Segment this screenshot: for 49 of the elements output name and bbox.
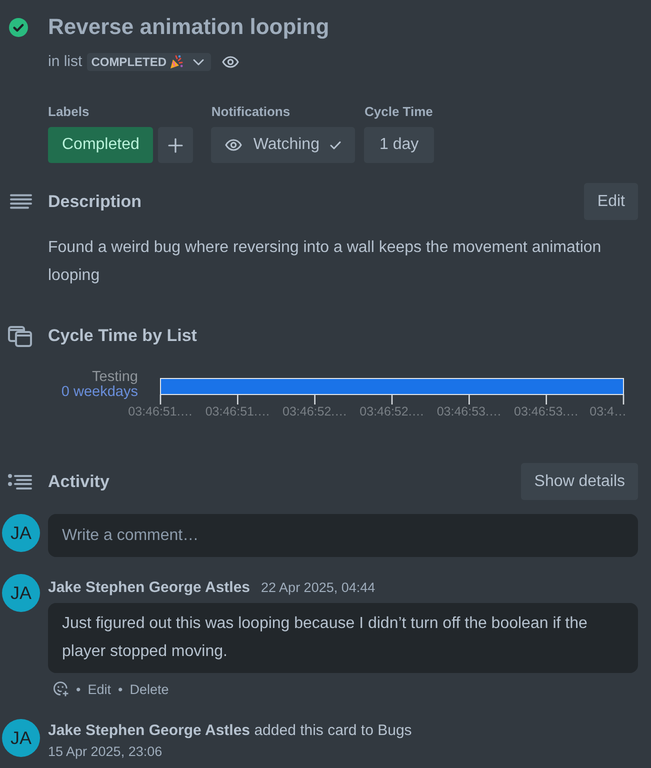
eye-icon[interactable]: [222, 56, 239, 68]
section-heading: Description: [48, 192, 142, 212]
description-text: Found a weird bug where reversing into a wall keeps the movement animation looping: [48, 238, 602, 286]
caret-down-icon: [192, 58, 204, 66]
timeline-bar[interactable]: [160, 378, 624, 395]
activity-time[interactable]: 15 Apr 2025, 23:06: [48, 743, 162, 761]
axis-tick-label: 03:46:51.…: [205, 404, 270, 418]
comment-action-link[interactable]: Edit: [88, 682, 111, 696]
field-heading: Notifications: [211, 104, 290, 120]
edit-button[interactable]: Edit: [584, 183, 638, 220]
plus-icon: [168, 138, 184, 152]
separator-dot: •: [76, 682, 81, 696]
section-heading: Cycle Time by List: [48, 326, 197, 346]
list-prefix: in list: [48, 53, 82, 71]
user-avatar[interactable]: JA: [2, 514, 40, 552]
user-avatar[interactable]: JA: [2, 574, 40, 612]
user-avatar[interactable]: JA: [2, 719, 40, 757]
axis-tick-label: 03:46:51.…: [128, 404, 193, 418]
axis-tick-label: 03:4…: [590, 404, 626, 418]
text-lines-icon: [10, 194, 32, 209]
comment-input[interactable]: Write a comment…: [48, 514, 638, 557]
axis-tick-label: 03:46:52.…: [360, 404, 424, 418]
axis-tick-label: 03:46:52.…: [282, 404, 348, 418]
axis-tick-label: 03:46:53.…: [514, 404, 579, 418]
list-dropdown[interactable]: COMPLETED: [87, 53, 211, 71]
field-heading: Cycle Time: [364, 104, 433, 120]
list-name-label: Testing: [92, 369, 138, 385]
show-details-button[interactable]: Show details: [521, 463, 638, 500]
label-chip[interactable]: Completed: [48, 127, 154, 163]
party-popper-icon: [170, 55, 183, 69]
comment-action-link[interactable]: Delete: [130, 682, 169, 696]
overlapping-windows-icon: [8, 326, 32, 346]
add-label-button[interactable]: [158, 127, 194, 163]
eye-icon: [225, 139, 242, 151]
smiley-plus-icon[interactable]: [53, 681, 69, 697]
comment-bubble: Just figured out this was looping because I didn’t turn off the boolean if the player stopped moving.: [48, 603, 638, 673]
duration-label: 0 weekdays: [61, 384, 138, 400]
comment-time[interactable]: 22 Apr 2025, 04:44: [261, 580, 376, 594]
author-name[interactable]: Jake Stephen George Astles: [48, 578, 250, 596]
section-heading: Activity: [48, 472, 110, 492]
check-circle-icon[interactable]: [9, 18, 28, 36]
watch-button[interactable]: Watching: [211, 127, 356, 163]
separator-dot: •: [118, 682, 123, 696]
cycle-time-button[interactable]: 1 day: [364, 127, 434, 163]
card-title: Reverse animation looping: [48, 13, 330, 41]
bulleted-list-icon: [8, 474, 32, 490]
activity-text: Jake Stephen George Astles added this card to Bugs: [48, 721, 412, 741]
axis-tick-label: 03:46:53.…: [436, 404, 502, 418]
field-heading: Labels: [48, 104, 90, 120]
